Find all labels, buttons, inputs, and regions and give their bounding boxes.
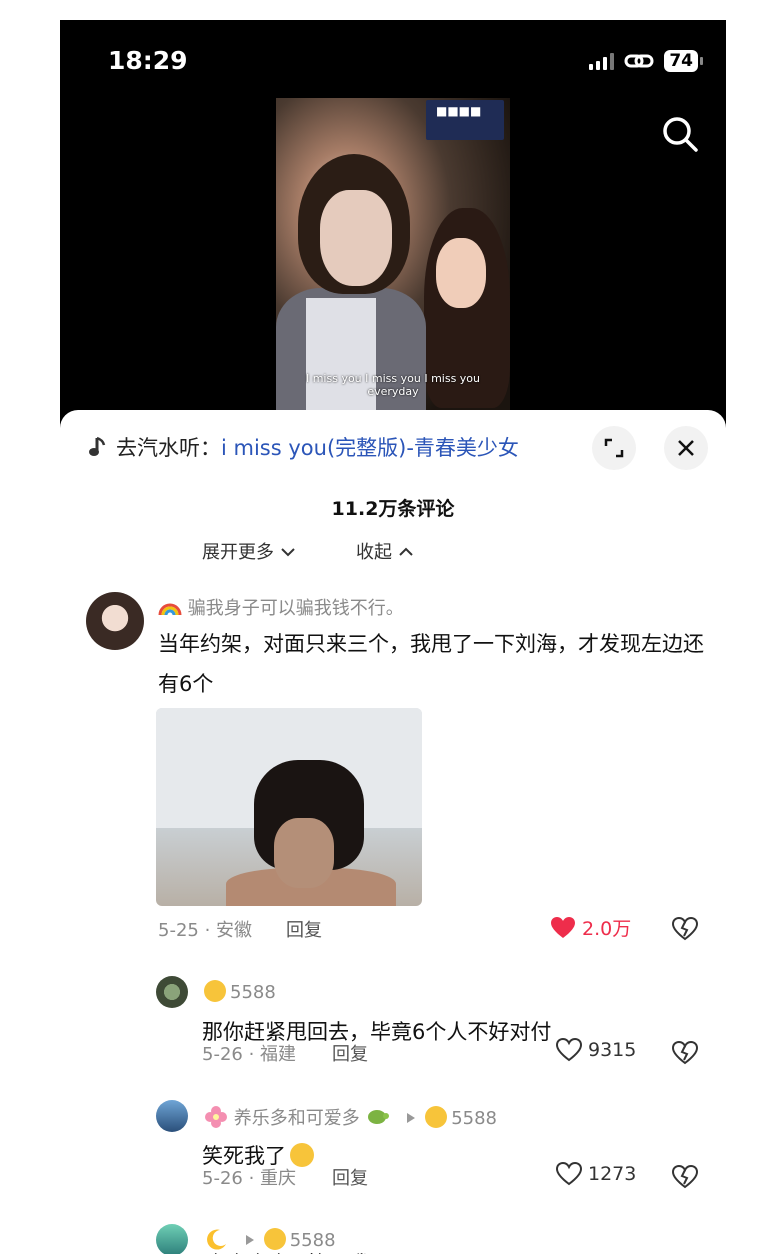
close-button[interactable] (664, 426, 708, 470)
comment-date-location: 5-25 · 安徽 (158, 920, 253, 941)
expand-more-button[interactable]: 展开更多 (202, 538, 296, 564)
street-sign: ■■■■ (426, 100, 504, 140)
like-button[interactable]: 9315 (556, 1038, 636, 1062)
like-button[interactable]: 1273 (556, 1162, 636, 1186)
reply-button[interactable]: 回复 (332, 1164, 368, 1190)
fullscreen-button[interactable] (592, 426, 636, 470)
music-prefix: 去汽水听： (116, 436, 221, 460)
video-person-face (436, 238, 486, 308)
video-player[interactable]: ■■■■ I miss you I miss you I miss you ev… (276, 98, 510, 410)
video-caption-line: everyday (367, 385, 419, 398)
meme-person-face (274, 818, 334, 888)
heart-filled-icon (551, 916, 575, 938)
chevron-up-icon (399, 547, 413, 556)
video-caption-line: I miss you I miss you I miss you (305, 372, 481, 385)
collapse-button[interactable]: 收起 (356, 538, 414, 564)
comment-sheet: 去汽水听： i miss you(完整版)-青春美少女 11.2万条评论 展开更… (60, 410, 726, 1254)
reply-to-arrow-icon (407, 1113, 416, 1123)
close-icon (678, 440, 694, 456)
music-link[interactable]: 去汽水听： i miss you(完整版)-青春美少女 (88, 432, 519, 462)
comment-text: 哈哈哈哈，笑死我了 (202, 1244, 702, 1254)
reply-to-username: 5588 (451, 1108, 498, 1129)
like-button[interactable]: 2.0万 (550, 914, 631, 941)
comment-username[interactable]: 骗我身子可以骗我钱不行。 (158, 594, 404, 620)
like-count: 1273 (588, 1163, 637, 1185)
broken-heart-icon[interactable] (672, 1040, 698, 1066)
music-note-icon (89, 436, 106, 456)
chevron-down-icon (281, 548, 295, 557)
comment-username[interactable]: 5588 (204, 980, 276, 1003)
phone-screen: 18:29 74 ■■■■ I miss you I miss you I mi… (60, 20, 726, 1254)
comment-image[interactable] (156, 708, 422, 906)
avatar[interactable] (156, 1224, 188, 1254)
username-text: 骗我身子可以骗我钱不行。 (187, 598, 404, 619)
broken-heart-icon[interactable] (672, 1164, 698, 1190)
reply-button[interactable]: 回复 (332, 1040, 368, 1066)
expand-icon (604, 438, 624, 458)
comment-text: 当年约架，对面只来三个，我甩了一下刘海，才发现左边还有6个 (158, 632, 704, 696)
heart-outline-icon (556, 1038, 582, 1062)
like-count: 2.0万 (582, 918, 632, 940)
smirk-emoji-icon (425, 1106, 448, 1128)
turtle-icon (368, 1110, 390, 1124)
video-caption: I miss you I miss you I miss you everyda… (276, 372, 510, 398)
rainbow-icon (158, 603, 182, 616)
avatar[interactable] (86, 592, 144, 650)
status-time: 18:29 (108, 46, 188, 75)
broken-heart-icon[interactable] (672, 916, 698, 942)
collapse-label: 收起 (356, 542, 392, 563)
comment-date-location: 5-26 · 重庆 (202, 1168, 297, 1189)
music-title[interactable]: i miss you(完整版)-青春美少女 (221, 432, 519, 462)
heart-outline-icon (556, 1162, 582, 1186)
flower-icon (205, 1106, 227, 1128)
link-icon (624, 54, 654, 68)
comment-username[interactable]: 养乐多和可爱多 5588 (204, 1104, 497, 1130)
comment-date-location: 5-26 · 福建 (202, 1044, 297, 1065)
battery-indicator: 74 (664, 50, 703, 72)
reply-button[interactable]: 回复 (286, 916, 322, 942)
video-person-face (320, 190, 392, 286)
status-icons: 74 (589, 50, 703, 72)
smirk-emoji-icon (204, 980, 226, 1002)
avatar[interactable] (156, 976, 188, 1008)
username-text: 5588 (230, 982, 276, 1003)
cellular-signal-icon (589, 52, 615, 70)
comment-count: 11.2万条评论 (331, 498, 455, 520)
username-text: 养乐多和可爱多 (233, 1108, 360, 1129)
avatar[interactable] (156, 1100, 188, 1132)
status-bar: 18:29 74 (60, 20, 726, 100)
like-count: 9315 (588, 1039, 637, 1061)
search-icon[interactable] (660, 114, 700, 154)
expand-more-label: 展开更多 (202, 542, 274, 563)
